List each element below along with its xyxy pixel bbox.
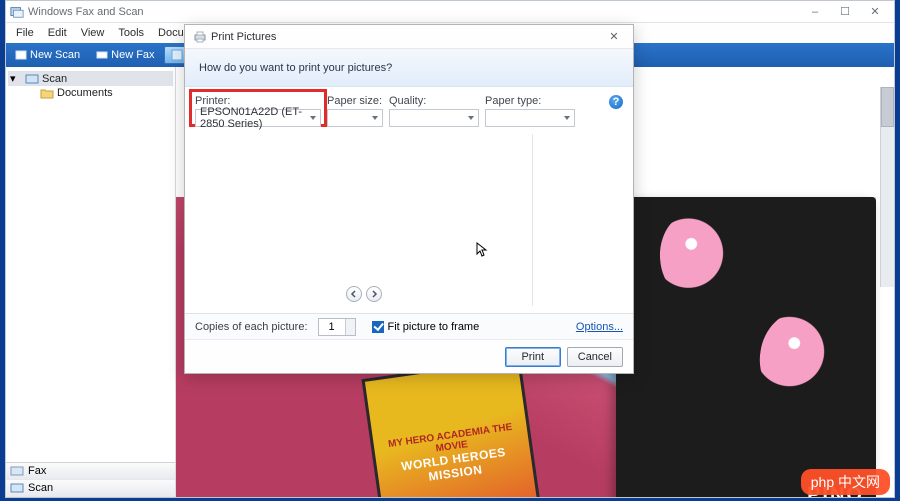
paper-size-group: Paper size: [327,95,383,127]
tab-fax-label: Fax [28,465,46,477]
tab-scan[interactable]: Scan [6,480,175,497]
cursor-icon [476,242,488,258]
nav-buttons [346,286,382,302]
fax-tab-icon [10,465,24,477]
photo-dvdcase [616,197,876,497]
next-button[interactable] [366,286,382,302]
print-button[interactable]: Print [505,347,561,367]
app-title: Windows Fax and Scan [28,6,800,18]
cancel-button[interactable]: Cancel [567,347,623,367]
tree-documents-label: Documents [57,87,113,99]
spinner-down-button[interactable] [345,327,355,335]
dialog-close-button[interactable]: ✕ [603,28,625,46]
minimize-button[interactable]: – [800,2,830,22]
dialog-footer-options: Copies of each picture: Fit picture to f… [185,313,633,339]
titlebar: Windows Fax and Scan – ☐ ✕ [6,1,894,23]
new-fax-button[interactable]: New Fax [89,46,161,64]
dialog-title: Print Pictures [211,31,603,43]
vertical-scrollbar[interactable] [880,87,894,287]
tab-fax[interactable]: Fax [6,463,175,480]
printer-value: EPSON01A22D (ET-2850 Series) [200,106,306,130]
menu-tools[interactable]: Tools [112,25,150,41]
bottom-tabs: Fax Scan [6,462,175,497]
dialog-titlebar: Print Pictures ✕ [185,25,633,49]
copies-spinner[interactable] [318,318,356,336]
printer-icon [193,30,207,44]
sidebar: ▾ Scan Documents Fax Scan [6,67,176,497]
dialog-header-text: How do you want to print your pictures? [199,62,392,74]
printer-combo[interactable]: EPSON01A22D (ET-2850 Series) [195,109,321,127]
quality-group: Quality: [389,95,479,127]
folder-icon [40,87,54,99]
menu-edit[interactable]: Edit [42,25,73,41]
prev-button[interactable] [346,286,362,302]
print-pictures-dialog: Print Pictures ✕ How do you want to prin… [184,24,634,374]
scan-icon [15,49,27,61]
spinner-up-button[interactable] [345,319,355,327]
dialog-header: How do you want to print your pictures? [185,49,633,87]
scrollbar-thumb[interactable] [881,87,894,127]
menu-view[interactable]: View [75,25,111,41]
paper-size-label: Paper size: [327,95,383,107]
help-icon[interactable]: ? [609,95,623,109]
options-row: Printer: EPSON01A22D (ET-2850 Series) Pa… [195,95,623,127]
layout-sidebar[interactable] [532,134,622,306]
paper-type-label: Paper type: [485,95,575,107]
dialog-body: Printer: EPSON01A22D (ET-2850 Series) Pa… [185,87,633,313]
fit-to-frame-checkbox[interactable]: Fit picture to frame [372,321,480,333]
copies-label: Copies of each picture: [195,321,308,333]
copies-input[interactable] [319,319,345,335]
paper-size-combo[interactable] [327,109,383,127]
close-button[interactable]: ✕ [860,2,890,22]
quality-label: Quality: [389,95,479,107]
new-fax-label: New Fax [111,49,154,61]
preview-icon [171,49,183,61]
folder-tree: ▾ Scan Documents [6,67,175,462]
dialog-footer-buttons: Print Cancel [185,339,633,373]
preview-main [196,134,532,306]
paper-type-combo[interactable] [485,109,575,127]
preview-area [195,133,623,307]
photo-poster: MY HERO ACADEMIA THE MOVIE WORLD HEROES … [361,357,550,497]
fit-to-frame-label: Fit picture to frame [388,321,480,333]
tree-documents[interactable]: Documents [8,86,173,100]
fax-icon [96,49,108,61]
photo-bird-1 [656,209,736,305]
options-link[interactable]: Options... [576,321,623,333]
paper-type-group: Paper type: [485,95,575,127]
new-scan-label: New Scan [30,49,80,61]
tree-root-label: Scan [42,73,67,85]
photo-bird-2 [754,307,838,406]
printer-group: Printer: EPSON01A22D (ET-2850 Series) [195,95,321,127]
scanner-icon [25,73,39,85]
tab-scan-label: Scan [28,482,53,494]
scan-tab-icon [10,482,24,494]
close-icon: ✕ [609,30,618,43]
menu-file[interactable]: File [10,25,40,41]
watermark: php 中文网 [801,469,890,495]
checkbox-icon [372,321,384,333]
new-scan-button[interactable]: New Scan [8,46,87,64]
app-icon [10,5,24,19]
tree-root-scan[interactable]: ▾ Scan [8,71,173,86]
maximize-button[interactable]: ☐ [830,2,860,22]
quality-combo[interactable] [389,109,479,127]
